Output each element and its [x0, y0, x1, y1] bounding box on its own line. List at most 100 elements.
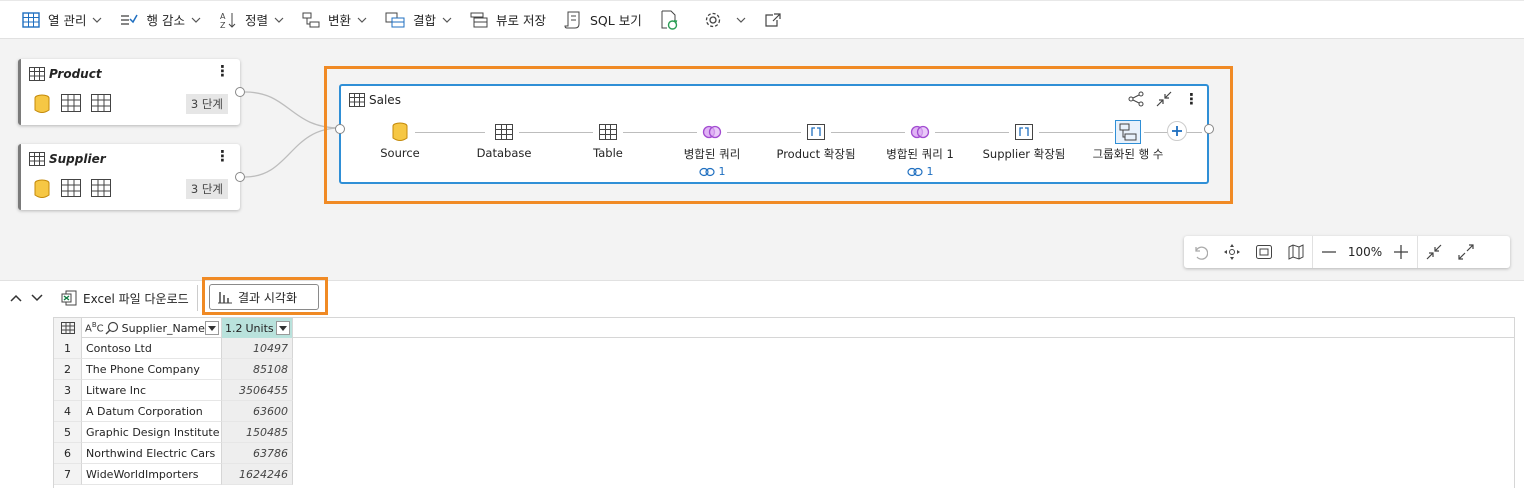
supplier-name-cell[interactable]: Litware Inc	[82, 380, 222, 401]
combine-button[interactable]: 결합	[379, 5, 458, 35]
transform-button[interactable]: 변환	[296, 5, 373, 35]
column-header-supplier-name[interactable]: ABC Supplier_Name	[82, 318, 222, 338]
sort-button[interactable]: AZ 정렬	[213, 5, 290, 35]
download-excel-label: Excel 파일 다운로드	[83, 291, 189, 306]
units-cell[interactable]: 1624246	[222, 464, 293, 485]
step-label: 그룹화된 행 수	[1092, 147, 1164, 161]
supplier-name-cell[interactable]: Contoso Ltd	[82, 338, 222, 359]
step-label: Product 확장됨	[776, 147, 856, 161]
expand-all-button[interactable]	[1450, 236, 1482, 268]
share-icon[interactable]	[1128, 91, 1144, 107]
database-icon	[34, 94, 50, 113]
units-cell[interactable]: 10497	[222, 338, 293, 359]
manage-columns-button[interactable]: 열 관리	[16, 5, 108, 35]
more-options-icon[interactable]: ⋮	[1184, 92, 1199, 107]
zoom-in-button[interactable]	[1385, 236, 1417, 268]
map-icon	[1288, 244, 1304, 260]
settings-button[interactable]	[698, 5, 752, 35]
reduce-rows-button[interactable]: 행 감소	[114, 5, 206, 35]
units-cell[interactable]: 150485	[222, 422, 293, 443]
refresh-button[interactable]	[654, 5, 692, 35]
table-icon	[599, 124, 617, 140]
pan-button[interactable]	[1216, 236, 1248, 268]
query-card-product[interactable]: Product ⋮ 3 단계	[18, 59, 240, 125]
table-row[interactable]: 2 The Phone Company 85108	[54, 359, 294, 380]
supplier-name-cell[interactable]: Northwind Electric Cars	[82, 443, 222, 464]
query-card-sales[interactable]: Sales ⋮ Source Database Table 병합된 쿼리 1 P…	[339, 84, 1209, 184]
column-dropdown[interactable]	[205, 321, 219, 335]
output-port[interactable]	[1204, 124, 1214, 134]
save-as-view-button[interactable]: 뷰로 저장	[464, 5, 552, 35]
query-card-supplier[interactable]: Supplier ⋮ 3 단계	[18, 144, 240, 210]
add-step-button[interactable]	[1167, 121, 1187, 141]
visualize-results-button[interactable]: 결과 시각화	[209, 284, 319, 310]
sort-az-icon: AZ	[220, 12, 236, 29]
step-database[interactable]: Database	[449, 122, 559, 160]
bar-chart-icon	[218, 292, 232, 304]
expand-diagonal-icon	[1458, 244, 1474, 260]
chevron-down-icon	[93, 17, 102, 23]
save-view-icon	[470, 12, 488, 27]
search-icon	[105, 321, 118, 335]
linked-queries[interactable]: 1	[657, 165, 767, 178]
chevron-down-icon[interactable]	[31, 294, 43, 302]
card-actions: ⋮	[1128, 91, 1199, 107]
excel-icon	[61, 290, 77, 306]
table-row[interactable]: 3 Litware Inc 3506455	[54, 380, 294, 401]
linked-queries[interactable]: 1	[865, 165, 975, 178]
download-excel-button[interactable]: Excel 파일 다운로드	[53, 285, 198, 311]
column-name: Supplier_Name	[121, 321, 205, 335]
step-supplier-expanded[interactable]: Supplier 확장됨	[969, 122, 1079, 162]
more-options-icon[interactable]: ⋮	[215, 64, 230, 79]
text-type-icon: ABC	[85, 321, 104, 335]
undo-button[interactable]	[1184, 236, 1216, 268]
table-row[interactable]: 5 Graphic Design Institute 150485	[54, 422, 294, 443]
table-row[interactable]: 7 WideWorldImporters 1624246	[54, 464, 294, 485]
input-port[interactable]	[335, 124, 345, 134]
select-all-cell[interactable]	[54, 318, 82, 338]
reduce-rows-label: 행 감소	[146, 13, 185, 28]
units-cell[interactable]: 85108	[222, 359, 293, 380]
table-row[interactable]: 1 Contoso Ltd 10497	[54, 338, 294, 359]
diagram-canvas[interactable]: Product ⋮ 3 단계 Supplier ⋮ 3 단계 Sales ⋮ S…	[0, 40, 1524, 280]
output-port[interactable]	[235, 172, 245, 182]
zoom-out-button[interactable]	[1313, 236, 1345, 268]
step-label: Database	[476, 146, 532, 160]
output-port[interactable]	[235, 87, 245, 97]
supplier-name-cell[interactable]: The Phone Company	[82, 359, 222, 380]
expand-icon	[807, 124, 825, 140]
row-number: 2	[54, 359, 82, 380]
collapse-icon[interactable]	[1156, 91, 1172, 107]
step-merged-query-1[interactable]: 병합된 쿼리 1 1	[865, 122, 975, 178]
supplier-name-cell[interactable]: A Datum Corporation	[82, 401, 222, 422]
undo-icon	[1195, 246, 1208, 260]
transform-label: 변환	[327, 13, 351, 28]
chevron-up-icon[interactable]	[10, 294, 22, 302]
minimap-button[interactable]	[1280, 236, 1312, 268]
column-dropdown[interactable]	[276, 321, 290, 335]
view-sql-button[interactable]: SQL 보기	[558, 5, 648, 35]
step-source[interactable]: Source	[345, 122, 455, 160]
units-cell[interactable]: 63600	[222, 401, 293, 422]
table-row[interactable]: 4 A Datum Corporation 63600	[54, 401, 294, 422]
query-title: Product	[49, 67, 102, 81]
step-table[interactable]: Table	[553, 122, 663, 160]
results-panel: Excel 파일 다운로드 결과 시각화 ABC Supplier_Name 1…	[0, 277, 1524, 488]
column-header-units[interactable]: 1.2 Units	[222, 318, 293, 338]
fit-to-screen-button[interactable]	[1248, 236, 1280, 268]
save-as-view-label: 뷰로 저장	[496, 13, 546, 28]
table-row[interactable]: 6 Northwind Electric Cars 63786	[54, 443, 294, 464]
caret-down-icon	[279, 325, 287, 331]
step-merged-query[interactable]: 병합된 쿼리 1	[657, 122, 767, 178]
database-icon	[392, 122, 408, 141]
units-cell[interactable]: 3506455	[222, 380, 293, 401]
units-cell[interactable]: 63786	[222, 443, 293, 464]
supplier-name-cell[interactable]: Graphic Design Institute	[82, 422, 222, 443]
collapse-all-button[interactable]	[1418, 236, 1450, 268]
merge-icon	[702, 125, 722, 139]
supplier-name-cell[interactable]: WideWorldImporters	[82, 464, 222, 485]
open-external-button[interactable]	[758, 5, 796, 35]
collapse-icon	[1426, 244, 1442, 260]
more-options-icon[interactable]: ⋮	[215, 149, 230, 164]
step-product-expanded[interactable]: Product 확장됨	[761, 122, 871, 162]
